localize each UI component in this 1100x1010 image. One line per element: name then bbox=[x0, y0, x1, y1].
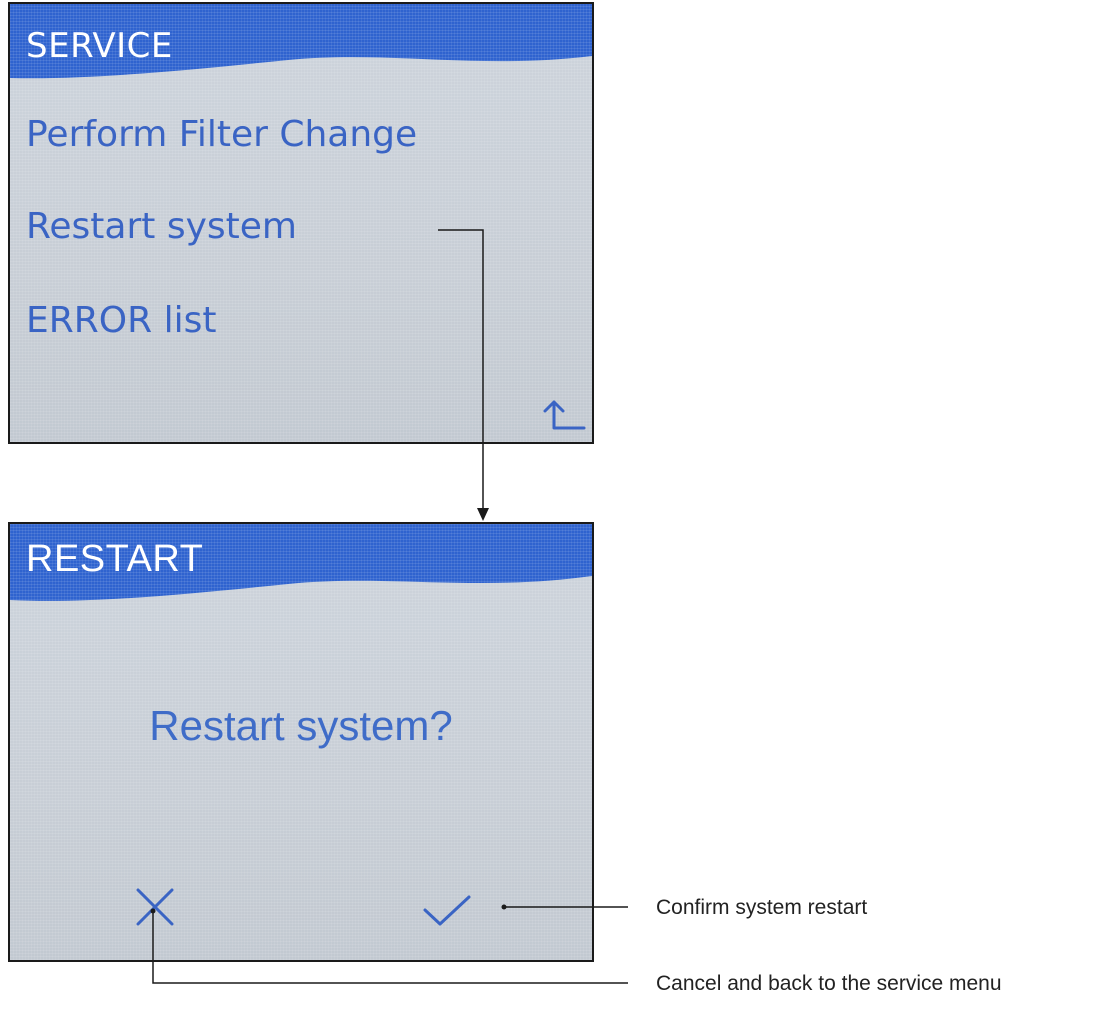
callout-confirm-label: Confirm system restart bbox=[656, 896, 868, 919]
menu-item-restart-system[interactable]: Restart system bbox=[26, 206, 297, 247]
service-screen: SERVICE Perform Filter Change Restart sy… bbox=[8, 2, 594, 444]
cancel-button[interactable] bbox=[134, 886, 176, 928]
menu-item-error-list[interactable]: ERROR list bbox=[26, 300, 216, 341]
connector-arrowhead bbox=[477, 508, 489, 521]
return-arrow-icon bbox=[543, 400, 586, 430]
confirm-button[interactable] bbox=[422, 894, 472, 928]
restart-prompt: Restart system? bbox=[149, 702, 453, 749]
checkmark-icon bbox=[423, 895, 471, 926]
page-title: RESTART bbox=[26, 538, 204, 580]
close-icon bbox=[136, 888, 174, 926]
menu-item-perform-filter-change[interactable]: Perform Filter Change bbox=[26, 114, 417, 155]
restart-screen: RESTART Restart system? bbox=[8, 522, 594, 962]
callout-cancel-label: Cancel and back to the service menu bbox=[656, 972, 1002, 995]
page-title: SERVICE bbox=[26, 26, 173, 66]
back-button[interactable] bbox=[540, 394, 588, 434]
